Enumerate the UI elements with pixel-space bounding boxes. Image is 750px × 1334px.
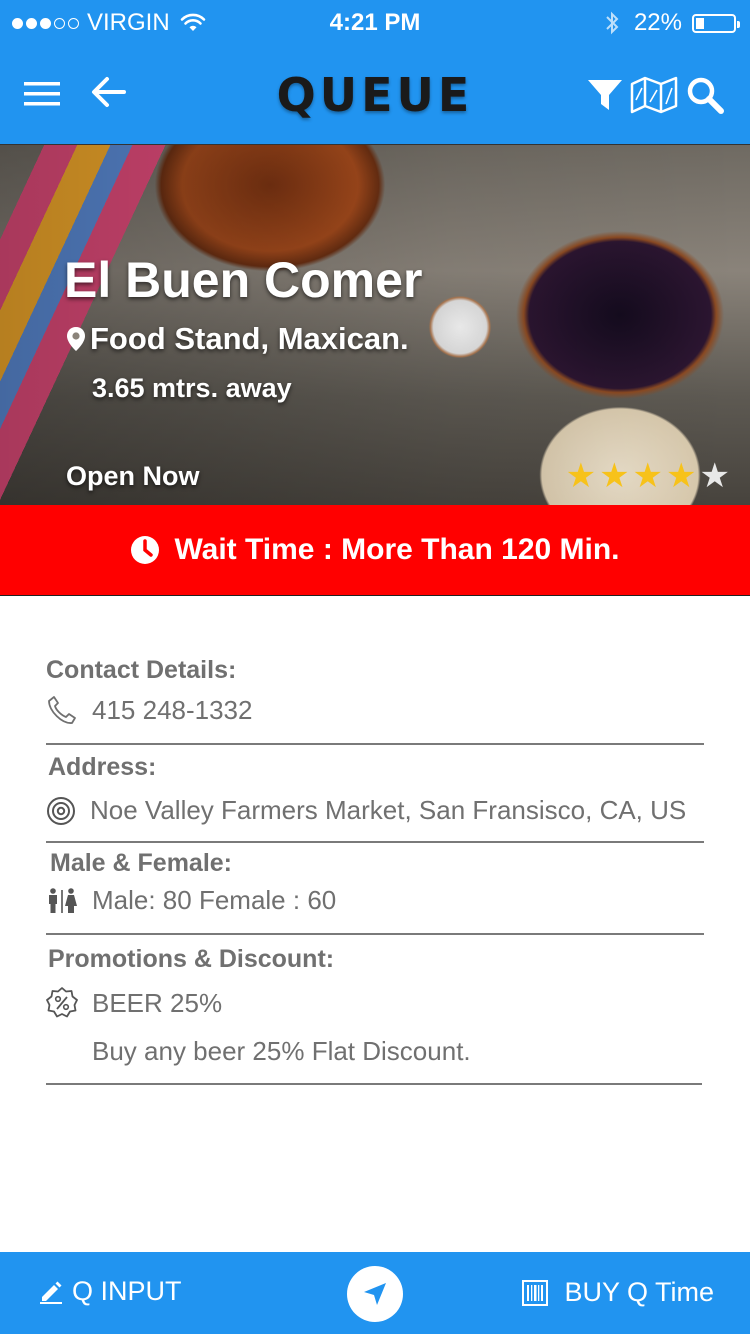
promotions-title: Promotions & Discount:	[48, 945, 335, 973]
star-icon: ★	[699, 457, 730, 495]
wait-time-text: Wait Time : More Than 120 Min.	[174, 533, 620, 566]
rating-stars: ★ ★ ★ ★ ★	[566, 459, 730, 493]
filter-icon[interactable]	[587, 78, 623, 112]
address-title: Address:	[48, 753, 157, 781]
status-bar: VIRGIN 4:21 PM 22%	[0, 0, 750, 44]
star-icon: ★	[599, 457, 630, 495]
venue-category: Food Stand, Maxican.	[90, 321, 409, 356]
open-status: Open Now	[66, 461, 200, 491]
gender-title: Male & Female:	[50, 849, 233, 877]
pencil-icon	[40, 1281, 62, 1304]
buy-q-time-button[interactable]: BUY Q Time	[522, 1277, 714, 1308]
star-icon: ★	[632, 457, 664, 495]
male-female-icon	[49, 887, 77, 913]
venue-distance: 3.65 mtrs. away	[92, 373, 292, 403]
map-icon[interactable]	[630, 76, 678, 114]
promotions-section: Promotions & Discount: BEER 25% Buy any …	[46, 933, 702, 1085]
promotion-description: Buy any beer 25% Flat Discount.	[92, 1036, 471, 1066]
gender-ratio: Male: 80 Female : 60	[92, 885, 337, 915]
bottom-bar: Q INPUT BUY Q Time	[0, 1252, 750, 1334]
q-input-button[interactable]: Q INPUT	[38, 1276, 182, 1307]
navigate-button[interactable]	[347, 1266, 403, 1322]
discount-badge-icon	[46, 987, 78, 1018]
barcode-icon	[522, 1279, 549, 1306]
gender-row: Male: 80 Female : 60	[46, 885, 336, 916]
promotion-name: BEER 25%	[92, 987, 223, 1018]
location-pin-icon	[67, 327, 85, 351]
star-icon: ★	[666, 457, 697, 495]
promotion-item[interactable]: BEER 25%	[46, 987, 222, 1019]
q-input-label: Q INPUT	[72, 1276, 182, 1306]
at-sign-icon	[47, 796, 75, 825]
app-header: QUEUE	[0, 44, 750, 144]
venue-name: El Buen Comer	[64, 252, 423, 308]
contact-title: Contact Details:	[46, 656, 237, 684]
contact-section: Contact Details: 415 248-1332	[46, 650, 704, 745]
phone-icon	[48, 696, 76, 724]
address-text: Noe Valley Farmers Market, San Fransisco…	[90, 795, 687, 825]
phone-row[interactable]: 415 248-1332	[46, 694, 252, 726]
venue-category-row: Food Stand, Maxican.	[66, 321, 409, 357]
venue-hero-image: El Buen Comer Food Stand, Maxican. 3.65 …	[0, 144, 750, 505]
search-icon[interactable]	[686, 76, 724, 114]
address-section: Address: Noe Valley Farmers Market, San …	[46, 743, 704, 843]
wait-time-banner: Wait Time : More Than 120 Min.	[0, 505, 750, 596]
phone-number: 415 248-1332	[92, 694, 253, 725]
star-icon: ★	[565, 457, 597, 495]
bluetooth-icon	[606, 11, 619, 35]
status-right: 22%	[604, 9, 740, 37]
battery-icon	[692, 13, 740, 33]
buy-q-time-label: BUY Q Time	[564, 1277, 714, 1307]
gender-section: Male & Female: Male: 80 Female : 60	[46, 841, 704, 935]
battery-percent: 22%	[633, 9, 682, 36]
address-row[interactable]: Noe Valley Farmers Market, San Fransisco…	[46, 795, 686, 826]
navigation-arrow-icon	[364, 1283, 386, 1305]
clock-icon	[131, 536, 160, 564]
